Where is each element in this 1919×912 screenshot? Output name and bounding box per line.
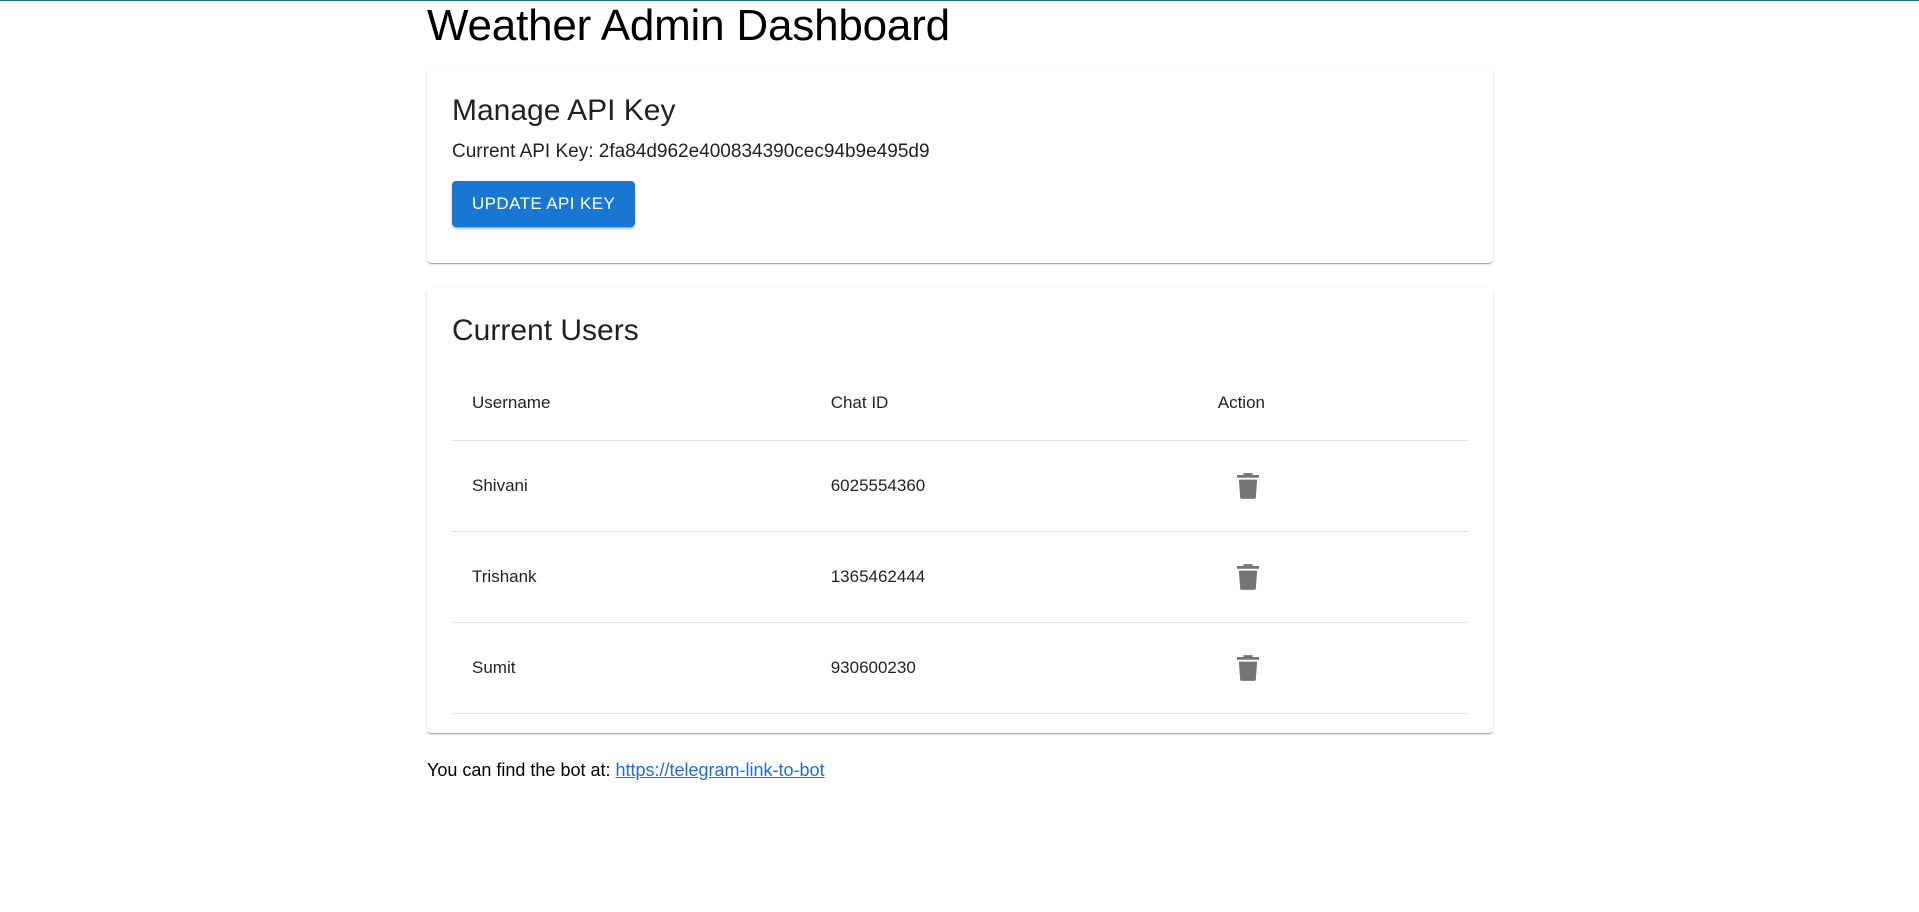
table-header-row: Username Chat ID Action	[452, 365, 1468, 441]
header-chat-id: Chat ID	[810, 365, 1198, 441]
api-card-title: Manage API Key	[452, 94, 676, 127]
cell-action	[1197, 531, 1468, 623]
users-card: Current Users Username Chat ID Action Sh…	[427, 288, 1493, 733]
cell-username: Sumit	[452, 622, 811, 714]
trash-icon	[1236, 655, 1259, 681]
current-api-key-line: Current API Key: 2fa84d962e400834390cec9…	[452, 138, 1468, 166]
update-api-key-button[interactable]: UPDATE API KEY	[452, 181, 636, 227]
page-title: Weather Admin Dashboard	[427, 1, 950, 50]
footer-bot-link: You can find the bot at: https://telegra…	[427, 757, 1493, 783]
cell-action	[1197, 622, 1468, 714]
delete-user-button[interactable]	[1224, 644, 1272, 692]
api-key-value: 2fa84d962e400834390cec94b9e495d9	[598, 141, 930, 162]
delete-user-button[interactable]	[1224, 462, 1272, 510]
cell-action	[1197, 440, 1468, 532]
table-row: Sumit 930600230	[452, 622, 1468, 714]
trash-icon	[1236, 473, 1259, 499]
trash-icon	[1236, 564, 1259, 590]
cell-chat-id: 930600230	[810, 622, 1198, 714]
api-key-card: Manage API Key Current API Key: 2fa84d96…	[427, 68, 1493, 263]
header-username: Username	[452, 365, 811, 441]
cell-username: Shivani	[452, 440, 811, 532]
cell-chat-id: 6025554360	[810, 440, 1198, 532]
users-table: Username Chat ID Action Shivani 60255543…	[452, 365, 1468, 714]
footer-text: You can find the bot at:	[427, 760, 616, 780]
cell-chat-id: 1365462444	[810, 531, 1198, 623]
header-action: Action	[1197, 365, 1468, 441]
table-row: Shivani 6025554360	[452, 440, 1468, 532]
table-row: Trishank 1365462444	[452, 531, 1468, 623]
main-container: Weather Admin Dashboard Manage API Key C…	[427, 0, 1493, 783]
users-card-title: Current Users	[452, 314, 639, 347]
api-key-label: Current API Key:	[452, 141, 599, 162]
delete-user-button[interactable]	[1224, 553, 1272, 601]
telegram-bot-link[interactable]: https://telegram-link-to-bot	[615, 760, 824, 780]
cell-username: Trishank	[452, 531, 811, 623]
